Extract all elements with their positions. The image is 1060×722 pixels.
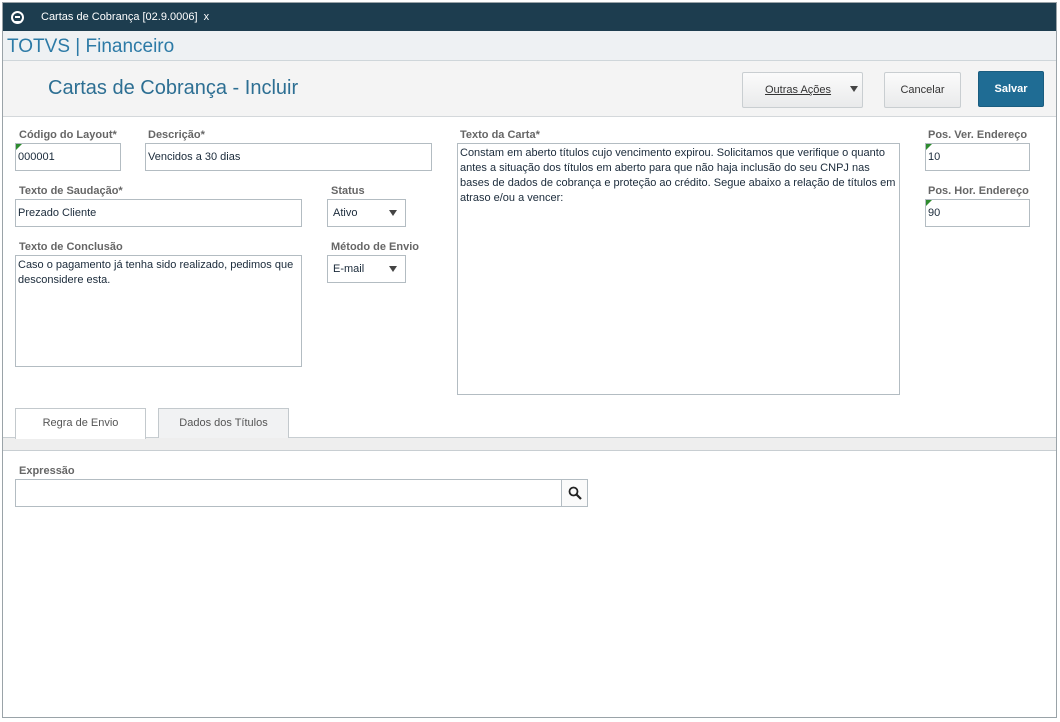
status-select[interactable]: Ativo — [327, 199, 406, 227]
metodo-envio-select[interactable]: E-mail — [327, 255, 406, 283]
texto-carta-textarea[interactable]: Constam em aberto títulos cujo venciment… — [457, 143, 900, 395]
title-bar: Cartas de Cobrança [02.9.0006] x — [3, 3, 1056, 31]
window-tab-title: Cartas de Cobrança [02.9.0006] — [41, 11, 198, 23]
chevron-down-icon — [850, 86, 858, 92]
expressao-input[interactable] — [15, 479, 562, 507]
cancel-button[interactable]: Cancelar — [884, 72, 961, 108]
descricao-input[interactable]: Vencidos a 30 dias — [145, 143, 432, 171]
codigo-layout-input[interactable]: 000001 — [15, 143, 121, 171]
tab-dados-titulos[interactable]: Dados dos Títulos — [158, 408, 289, 438]
expressao-label: Expressão — [19, 465, 75, 477]
save-button[interactable]: Salvar — [978, 71, 1044, 107]
pos-hor-input[interactable]: 90 — [925, 199, 1030, 227]
status-label: Status — [331, 185, 365, 197]
descricao-label: Descrição* — [148, 129, 205, 141]
page-title: Cartas de Cobrança - Incluir — [48, 77, 299, 99]
texto-conclusao-label: Texto de Conclusão — [19, 241, 123, 253]
search-icon — [568, 486, 582, 500]
pos-ver-input[interactable]: 10 — [925, 143, 1030, 171]
chevron-down-icon — [389, 266, 397, 272]
window-tab[interactable]: Cartas de Cobrança [02.9.0006] x — [33, 3, 218, 31]
totvs-logo-icon[interactable] — [11, 11, 24, 24]
status-value: Ativo — [333, 207, 358, 219]
tab-strip — [3, 437, 1056, 451]
texto-saudacao-input[interactable]: Prezado Cliente — [15, 199, 302, 227]
more-actions-button[interactable]: Outras Ações — [742, 72, 863, 108]
more-actions-label: Outras Ações — [765, 84, 832, 96]
pos-hor-label: Pos. Hor. Endereço — [928, 185, 1029, 197]
codigo-layout-label: Código do Layout* — [19, 129, 117, 141]
close-tab-button[interactable]: x — [204, 11, 210, 23]
brand-bar: TOTVS | Financeiro — [3, 31, 1056, 61]
tab-regra-envio[interactable]: Regra de Envio — [15, 408, 146, 439]
page-header: Cartas de Cobrança - Incluir Outras Açõe… — [3, 61, 1056, 117]
chevron-down-icon — [389, 210, 397, 216]
search-button[interactable] — [561, 479, 588, 507]
pos-ver-label: Pos. Ver. Endereço — [928, 129, 1028, 141]
metodo-envio-value: E-mail — [333, 263, 365, 275]
texto-conclusao-textarea[interactable]: Caso o pagamento já tenha sido realizado… — [15, 255, 302, 367]
texto-saudacao-label: Texto de Saudação* — [19, 185, 123, 197]
texto-carta-label: Texto da Carta* — [460, 129, 540, 141]
app-window: Cartas de Cobrança [02.9.0006] x TOTVS |… — [2, 2, 1057, 718]
metodo-envio-label: Método de Envio — [331, 241, 419, 253]
brand-title: TOTVS | Financeiro — [7, 36, 175, 57]
